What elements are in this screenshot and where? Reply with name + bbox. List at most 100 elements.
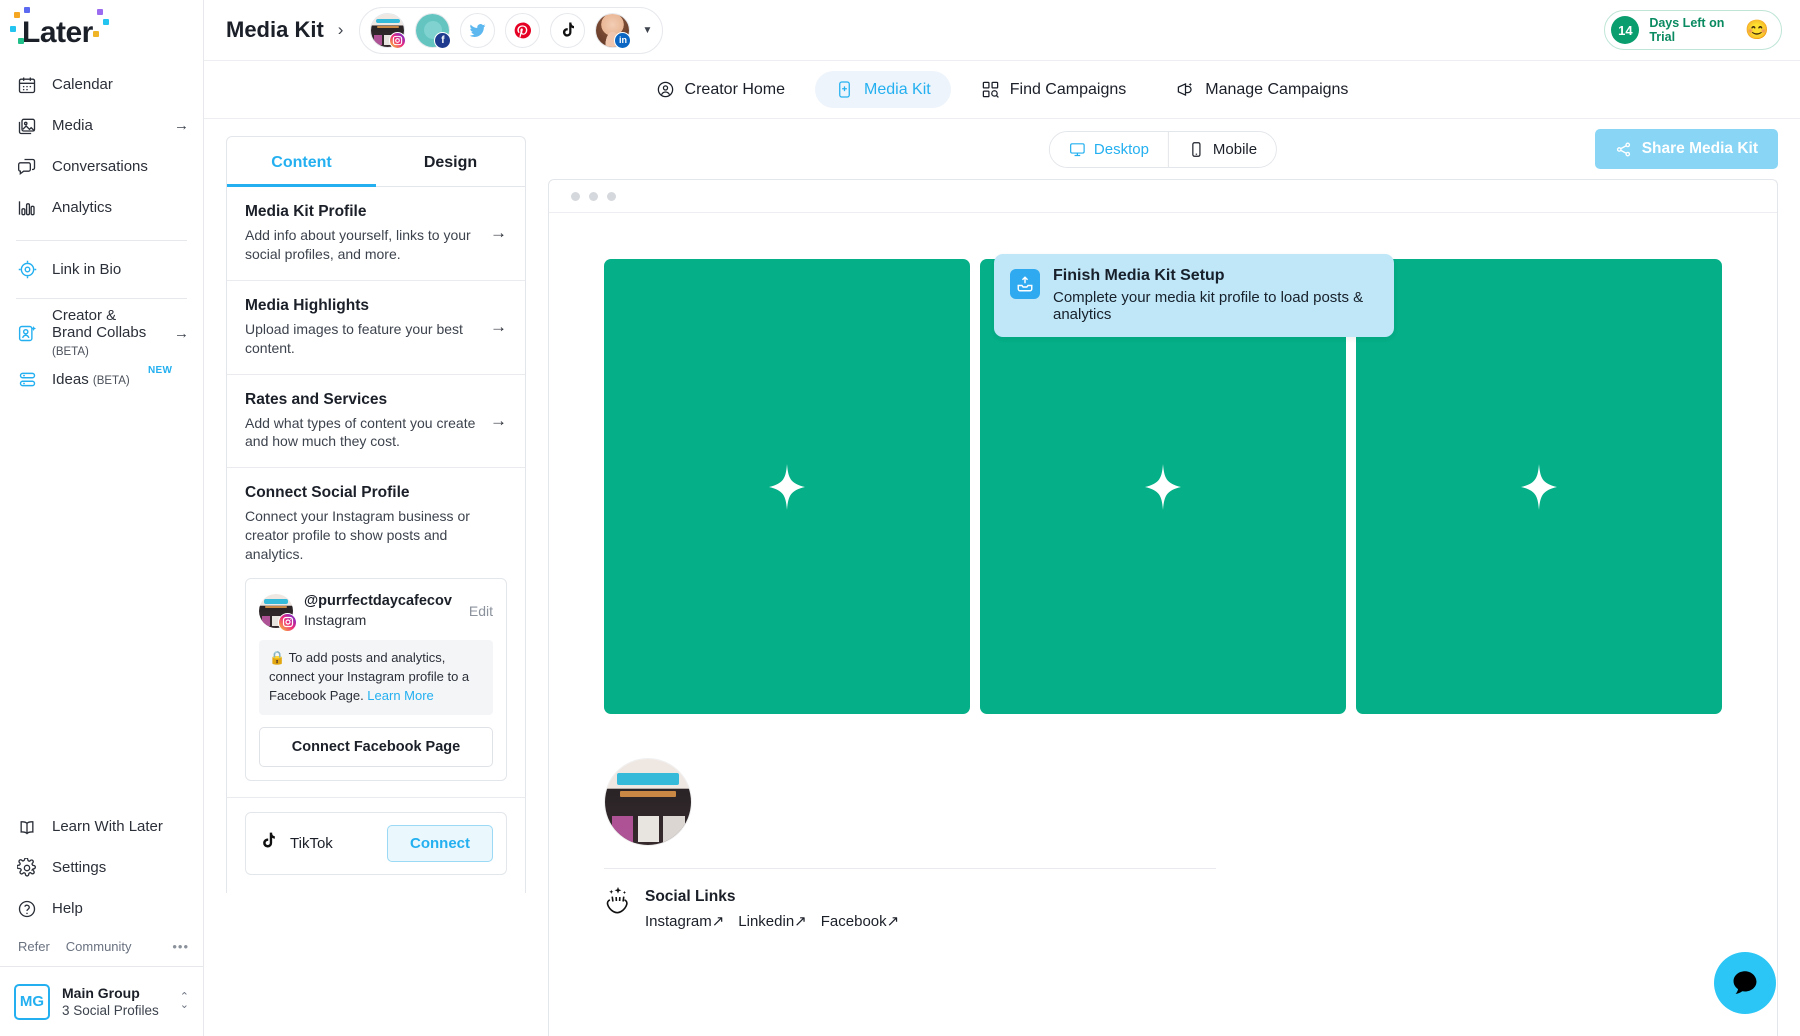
sidebar-item-settings[interactable]: Settings [0, 847, 203, 888]
pinterest-profile-avatar[interactable] [505, 13, 540, 48]
sidebar-item-label: Media [52, 117, 160, 134]
section-description: Add info about yourself, links to your s… [245, 226, 480, 264]
chevron-right-icon[interactable]: › [338, 20, 344, 40]
sidebar-item-label: Analytics [52, 199, 189, 216]
browser-chrome [549, 180, 1777, 213]
book-icon [16, 816, 38, 838]
twitter-profile-avatar[interactable] [460, 13, 495, 48]
sparkle-icon [1521, 464, 1557, 510]
facebook-profile-avatar[interactable]: f [415, 13, 450, 48]
collabs-beta-tag: (BETA) [52, 346, 89, 358]
tab-creator-home[interactable]: Creator Home [636, 71, 805, 108]
tab-manage-campaigns[interactable]: Manage Campaigns [1156, 71, 1368, 108]
sidebar-primary-nav: Calendar Media → [0, 60, 203, 232]
refer-link[interactable]: Refer [18, 939, 50, 954]
preview-content: Social Links Instagram↗ Linkedin↗ Facebo… [604, 259, 1722, 933]
sidebar-item-help[interactable]: Help [0, 888, 203, 929]
sidebar-footer-nav: Learn With Later Settings [0, 806, 203, 1036]
instagram-icon [278, 613, 297, 632]
section-text: Rates and Services Add what types of con… [245, 391, 480, 452]
sidebar-item-ideas[interactable]: Ideas (BETA) NEW [0, 359, 203, 400]
sidebar-item-label: Conversations [52, 158, 189, 175]
account-name: Main Group [62, 984, 159, 1002]
finish-setup-tooltip[interactable]: Finish Media Kit Setup Complete your med… [994, 254, 1394, 337]
section-title: Connect Social Profile [245, 484, 507, 502]
find-campaigns-icon [981, 80, 1000, 99]
window-dot [607, 192, 616, 201]
social-link-facebook[interactable]: Facebook↗ [821, 911, 899, 933]
avatar: MG [14, 984, 50, 1020]
sidebar-item-label: Learn With Later [52, 818, 189, 835]
social-link-instagram[interactable]: Instagram↗ [645, 911, 724, 933]
chevron-updown-icon[interactable]: ⌃⌄ [180, 994, 189, 1009]
social-links-list: Instagram↗ Linkedin↗ Facebook↗ [645, 911, 899, 933]
community-link[interactable]: Community [66, 939, 132, 954]
chevron-right-icon: → [174, 326, 189, 341]
trial-badge[interactable]: 14 Days Left on Trial 😊 [1604, 10, 1782, 51]
chat-widget-button[interactable] [1714, 952, 1776, 1014]
preview-toolbar: Desktop Mobile [548, 119, 1778, 179]
tab-design[interactable]: Design [376, 137, 525, 186]
tab-find-campaigns[interactable]: Find Campaigns [961, 71, 1147, 108]
more-options-icon[interactable]: ••• [172, 939, 189, 954]
tiktok-label: TikTok [290, 835, 375, 852]
tiktok-connect-button[interactable]: Connect [387, 825, 493, 862]
media-highlight-card-1[interactable] [604, 259, 970, 714]
external-link-icon: ↗ [712, 913, 725, 930]
media-kit-icon [835, 80, 854, 99]
tiktok-profile-avatar[interactable] [550, 13, 585, 48]
creator-nav-tabs: Creator Home Media Kit Find Campaigns [204, 61, 1800, 119]
social-link-linkedin[interactable]: Linkedin↗ [738, 911, 806, 933]
sidebar-item-media[interactable]: Media → [0, 105, 203, 146]
tiktok-icon [559, 21, 577, 39]
sparkle-hands-icon [604, 886, 632, 921]
section-media-highlights[interactable]: Media Highlights Upload images to featur… [227, 281, 525, 375]
view-desktop-button[interactable]: Desktop [1050, 132, 1168, 167]
tab-label: Manage Campaigns [1205, 81, 1348, 99]
topbar: Media Kit › f [204, 0, 1800, 61]
sparkle-icon [769, 464, 805, 510]
sidebar-item-calendar[interactable]: Calendar [0, 64, 203, 105]
profile-handle: @purrfectdaycafecov [304, 592, 458, 611]
ideas-icon [16, 369, 38, 391]
edit-profile-button[interactable]: Edit [469, 603, 493, 619]
link-label: Linkedin [738, 913, 794, 930]
sidebar-item-link-in-bio[interactable]: Link in Bio [0, 249, 203, 290]
tab-media-kit[interactable]: Media Kit [815, 71, 951, 108]
upload-box-icon [1010, 269, 1040, 299]
media-icon [16, 115, 38, 137]
sidebar-item-conversations[interactable]: Conversations [0, 146, 203, 187]
sidebar-item-label: Creator & Brand Collabs (BETA) [52, 307, 160, 359]
tab-content[interactable]: Content [227, 137, 376, 186]
section-title: Rates and Services [245, 391, 480, 409]
section-media-kit-profile[interactable]: Media Kit Profile Add info about yoursel… [227, 187, 525, 281]
later-logo[interactable]: Later [22, 18, 93, 48]
sidebar-item-analytics[interactable]: Analytics [0, 187, 203, 228]
chat-bubble-icon [1729, 967, 1761, 999]
sidebar-item-creator-brand-collabs[interactable]: Creator & Brand Collabs (BETA) → [0, 307, 203, 359]
share-media-kit-button[interactable]: Share Media Kit [1595, 129, 1778, 169]
share-button-label: Share Media Kit [1642, 140, 1758, 158]
account-switcher[interactable]: MG Main Group 3 Social Profiles ⌃⌄ [0, 966, 203, 1036]
view-mobile-button[interactable]: Mobile [1168, 132, 1276, 167]
account-subtitle: 3 Social Profiles [62, 1002, 159, 1020]
section-rates-and-services[interactable]: Rates and Services Add what types of con… [227, 375, 525, 469]
chevron-down-icon[interactable]: ▼ [642, 25, 652, 36]
profile-network: Instagram [304, 611, 458, 629]
tab-label: Media Kit [864, 81, 931, 99]
linkedin-icon: in [614, 32, 631, 49]
connect-facebook-page-button[interactable]: Connect Facebook Page [259, 727, 493, 767]
connected-profile-card: @purrfectdaycafecov Instagram Edit 🔒 To … [245, 578, 507, 781]
mobile-icon [1188, 141, 1205, 158]
media-highlight-card-3[interactable] [1356, 259, 1722, 714]
learn-more-link[interactable]: Learn More [367, 688, 433, 703]
instagram-icon [389, 32, 406, 49]
trial-days-count: 14 [1611, 16, 1639, 44]
logo-area[interactable]: Later [0, 0, 203, 60]
sidebar-item-learn-with-later[interactable]: Learn With Later [0, 806, 203, 847]
linkedin-profile-avatar[interactable]: in [595, 13, 630, 48]
tooltip-title: Finish Media Kit Setup [1053, 267, 1380, 285]
instagram-profile-avatar[interactable] [370, 13, 405, 48]
ideas-label-text: Ideas [52, 371, 89, 388]
help-icon [16, 898, 38, 920]
